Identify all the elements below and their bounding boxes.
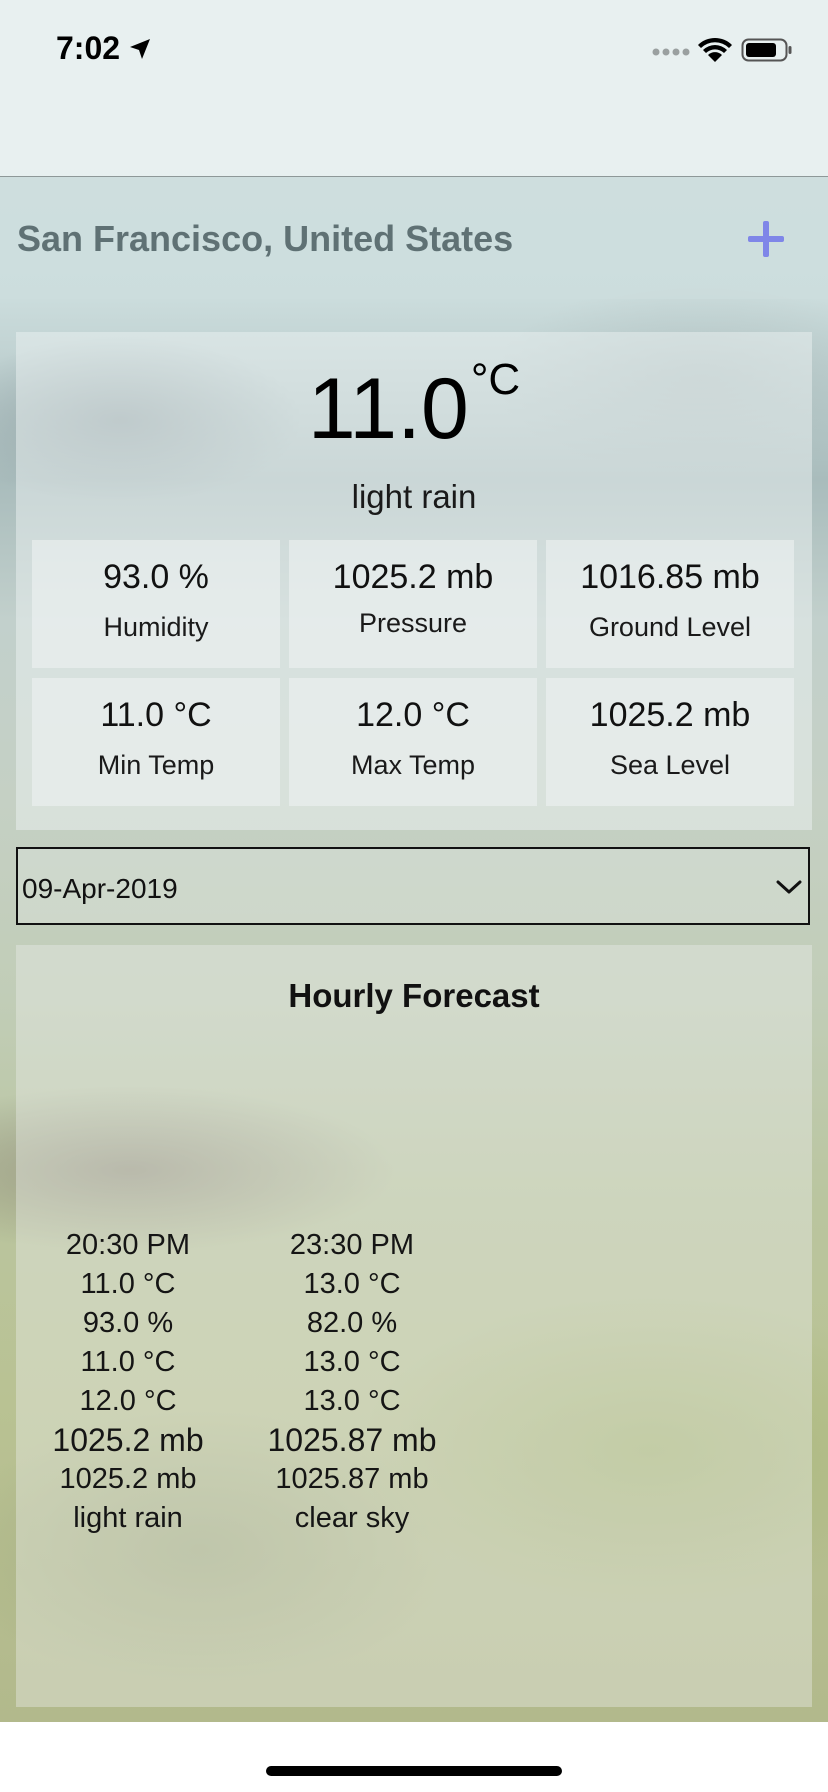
stat-label: Sea Level <box>609 750 731 780</box>
forecast-hour-column[interactable]: 23:30 PM 13.0 °C 82.0 % 13.0 °C 13.0 °C … <box>242 1226 462 1538</box>
forecast-sea-level: 1025.87 mb <box>275 1463 429 1495</box>
stat-label: Humidity <box>103 612 209 642</box>
stat-value: 1025.2 mb <box>332 558 494 596</box>
stat-ground-level: 1016.85 mb Ground Level <box>546 540 794 668</box>
chevron-down-icon <box>776 880 802 894</box>
home-indicator-area <box>0 1722 828 1792</box>
forecast-description: clear sky <box>294 1502 410 1534</box>
wifi-icon <box>698 37 732 62</box>
stat-label: Ground Level <box>588 612 752 642</box>
forecast-hour-column[interactable]: 20:30 PM 11.0 °C 93.0 % 11.0 °C 12.0 °C … <box>18 1226 238 1538</box>
weather-description: light rain <box>351 478 477 515</box>
forecast-max-temp: 12.0 °C <box>79 1385 177 1417</box>
selected-date: 09-Apr-2019 <box>22 873 178 904</box>
stat-sea-level: 1025.2 mb Sea Level <box>546 678 794 806</box>
stat-max-temp: 12.0 °C Max Temp <box>289 678 537 806</box>
stat-label: Max Temp <box>350 750 476 780</box>
hourly-forecast-card: Hourly Forecast 20:30 PM 11.0 °C 93.0 % … <box>16 945 812 1707</box>
forecast-max-temp: 13.0 °C <box>303 1385 401 1417</box>
date-dropdown[interactable]: 09-Apr-2019 <box>16 847 810 925</box>
location-arrow-icon <box>130 39 150 59</box>
temperature-value: 11.0 <box>307 361 469 457</box>
forecast-humidity: 82.0 % <box>306 1307 398 1339</box>
forecast-humidity: 93.0 % <box>82 1307 174 1339</box>
stat-value: 12.0 °C <box>356 696 470 734</box>
forecast-sea-level: 1025.2 mb <box>59 1463 197 1495</box>
stat-label: Pressure <box>358 608 468 638</box>
temperature-unit: °C <box>470 355 521 404</box>
stat-min-temp: 11.0 °C Min Temp <box>32 678 280 806</box>
cellular-signal-icon <box>652 48 690 56</box>
forecast-time: 20:30 PM <box>65 1229 191 1261</box>
stat-label: Min Temp <box>97 750 215 780</box>
stat-value: 1025.2 mb <box>589 696 751 734</box>
stat-humidity: 93.0 % Humidity <box>32 540 280 668</box>
plus-icon[interactable] <box>744 217 788 261</box>
header-bar: San Francisco, United States <box>0 177 828 299</box>
stat-value: 1016.85 mb <box>580 558 760 596</box>
forecast-title: Hourly Forecast <box>288 977 540 1014</box>
stat-value: 11.0 °C <box>100 696 212 734</box>
current-temperature: 11.0°C <box>16 358 812 453</box>
forecast-pressure: 1025.87 mb <box>267 1422 437 1458</box>
forecast-pressure: 1025.2 mb <box>52 1422 204 1458</box>
forecast-min-temp: 11.0 °C <box>80 1346 176 1378</box>
home-indicator[interactable] <box>266 1766 562 1776</box>
battery-icon <box>741 38 792 62</box>
forecast-time: 23:30 PM <box>289 1229 415 1261</box>
forecast-description: light rain <box>73 1502 183 1534</box>
city-title: San Francisco, United States <box>17 218 514 259</box>
stat-pressure: 1025.2 mb Pressure <box>289 540 537 668</box>
status-time: 7:02 <box>56 30 121 66</box>
forecast-min-temp: 13.0 °C <box>303 1346 401 1378</box>
forecast-temp: 11.0 °C <box>80 1268 176 1300</box>
status-bar: 7:02 <box>0 0 828 177</box>
current-weather-card: 11.0°C light rain 93.0 % Humidity 1025.2… <box>16 332 812 830</box>
stat-value: 93.0 % <box>103 558 209 596</box>
forecast-temp: 13.0 °C <box>303 1268 401 1300</box>
